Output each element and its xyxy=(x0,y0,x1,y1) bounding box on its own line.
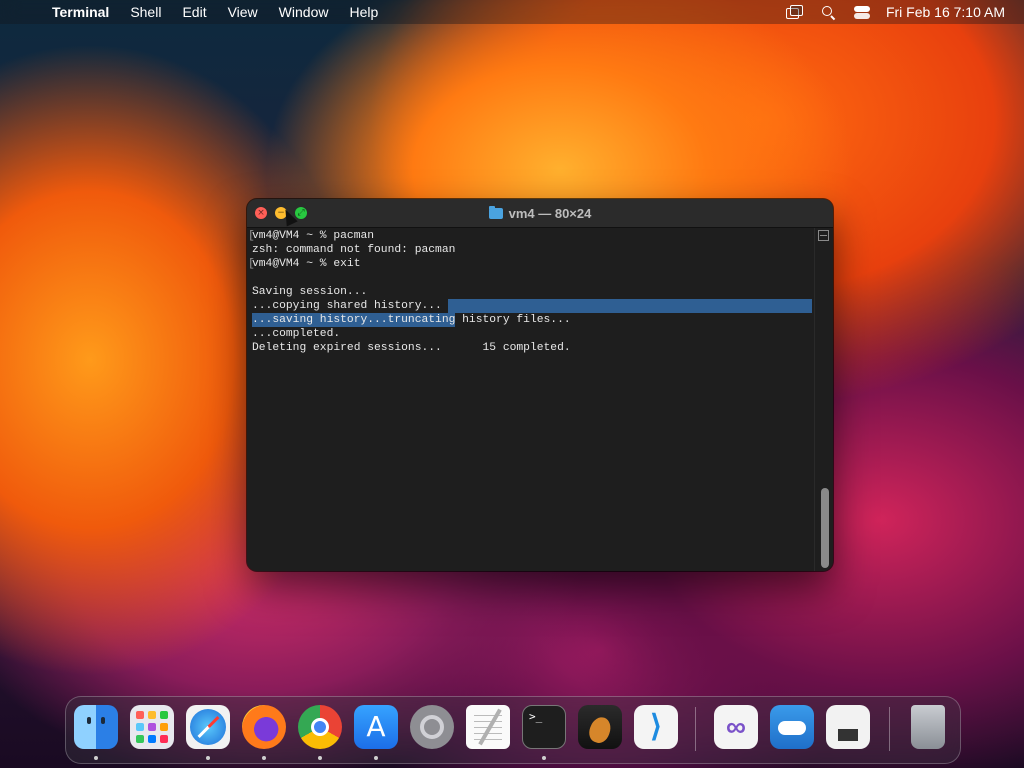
running-indicator xyxy=(318,756,322,760)
running-indicator xyxy=(206,756,210,760)
menu-bar-clock[interactable]: Fri Feb 16 7:10 AM xyxy=(886,4,1005,20)
spotlight-search-icon[interactable] xyxy=(820,5,838,19)
terminal-window[interactable]: × − ⤢ vm4 — 80×24 [vm4@VM4 ~ % pacman] z… xyxy=(247,199,833,571)
dock-firefox-icon[interactable] xyxy=(242,705,286,749)
running-indicator xyxy=(262,756,266,760)
menu-shell[interactable]: Shell xyxy=(130,4,161,20)
dock-system-information-icon[interactable] xyxy=(826,705,870,749)
window-zoom-button[interactable]: ⤢ xyxy=(295,207,307,219)
window-close-button[interactable]: × xyxy=(255,207,267,219)
running-indicator xyxy=(542,756,546,760)
dock-garageband-icon[interactable] xyxy=(578,705,622,749)
control-center-icon[interactable] xyxy=(853,5,870,19)
terminal-line: zsh: command not found: pacman xyxy=(252,244,456,256)
close-icon: × xyxy=(257,208,265,218)
dock-system-settings-icon[interactable] xyxy=(410,705,454,749)
menu-edit[interactable]: Edit xyxy=(182,4,206,20)
menu-help[interactable]: Help xyxy=(349,4,378,20)
terminal-line: [vm4@VM4 ~ % exit] xyxy=(248,258,823,270)
terminal-line-selected: ...copying shared history... xyxy=(252,299,815,313)
window-titlebar[interactable]: × − ⤢ vm4 — 80×24 xyxy=(247,199,833,228)
window-title: vm4 — 80×24 xyxy=(508,205,592,221)
dock-safari-icon[interactable] xyxy=(186,705,230,749)
dock: A >_ ⟩ ∞ xyxy=(65,696,961,764)
terminal-line: Deleting expired sessions... 15 complete… xyxy=(252,342,571,354)
running-indicator xyxy=(374,756,378,760)
terminal-line-selected: ...saving history...truncating history f… xyxy=(252,313,571,327)
split-pane-icon[interactable] xyxy=(818,230,829,241)
vertical-scrollbar[interactable] xyxy=(821,488,829,568)
menu-view[interactable]: View xyxy=(228,4,258,20)
dock-separator xyxy=(695,707,696,751)
dock-chrome-icon[interactable] xyxy=(298,705,342,749)
terminal-line: Saving session... xyxy=(252,286,368,298)
dock-textedit-icon[interactable] xyxy=(466,705,510,749)
folder-icon xyxy=(488,205,503,219)
window-title-area: vm4 — 80×24 xyxy=(488,205,592,221)
terminal-line: ...completed. xyxy=(252,328,341,340)
dock-weather-icon[interactable] xyxy=(770,705,814,749)
menu-app-terminal[interactable]: Terminal xyxy=(52,4,109,20)
terminal-line: [vm4@VM4 ~ % pacman] xyxy=(248,230,823,242)
menu-bar: Terminal Shell Edit View Window Help Fri… xyxy=(0,0,1024,24)
scroll-gutter xyxy=(814,228,833,571)
stage-manager-icon[interactable] xyxy=(785,5,804,19)
running-indicator xyxy=(94,756,98,760)
dock-visual-studio-icon[interactable]: ∞ xyxy=(714,705,758,749)
dock-app-store-icon[interactable]: A xyxy=(354,705,398,749)
dock-launchpad-icon[interactable] xyxy=(130,705,174,749)
terminal-output[interactable]: [vm4@VM4 ~ % pacman] zsh: command not fo… xyxy=(247,228,823,571)
menu-window[interactable]: Window xyxy=(279,4,329,20)
dock-finder-icon[interactable] xyxy=(74,705,118,749)
dock-terminal-icon[interactable]: >_ xyxy=(522,705,566,749)
zoom-icon: ⤢ xyxy=(297,208,305,218)
dock-trash-icon[interactable] xyxy=(911,705,945,749)
dock-vscode-icon[interactable]: ⟩ xyxy=(634,705,678,749)
text-selection xyxy=(448,299,812,313)
dock-separator xyxy=(889,707,890,751)
